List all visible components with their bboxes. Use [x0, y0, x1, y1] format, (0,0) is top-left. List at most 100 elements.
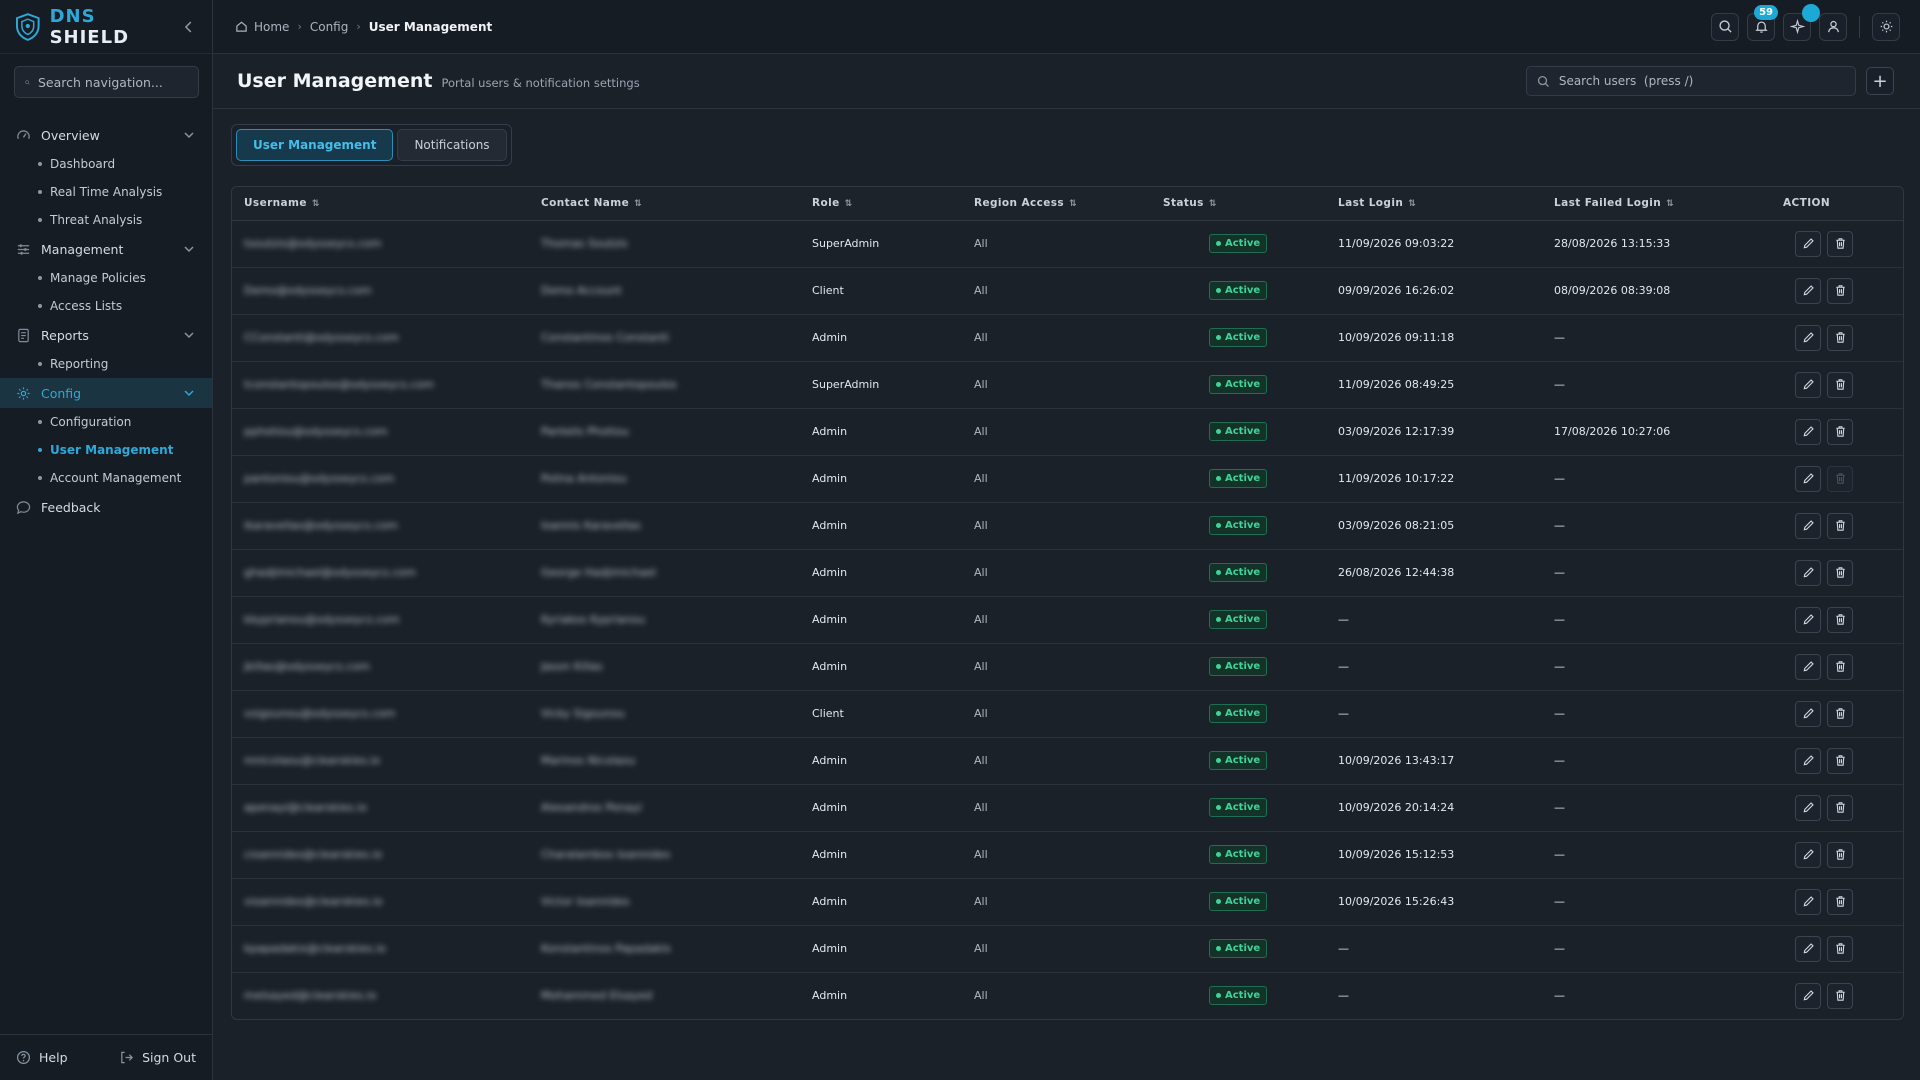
- tab-user-management[interactable]: User Management: [236, 129, 394, 161]
- breadcrumb: Home › Config › User Management: [235, 20, 492, 34]
- nav-group-management[interactable]: Management: [0, 234, 212, 264]
- table-row: CConstanti@odysseycs.com Constantinos Con…: [232, 314, 1903, 362]
- delete-user-button[interactable]: [1827, 982, 1853, 1009]
- help-button[interactable]: Help: [16, 1050, 68, 1065]
- delete-user-button[interactable]: [1827, 747, 1853, 774]
- sidebar-item-manage-policies[interactable]: Manage Policies: [0, 264, 212, 292]
- add-user-button[interactable]: +: [1866, 67, 1894, 95]
- status-dot-icon: [1216, 852, 1221, 857]
- sun-icon: [1880, 20, 1892, 33]
- sort-icon[interactable]: ⇅: [1209, 199, 1217, 209]
- nav-search[interactable]: [14, 66, 199, 98]
- sign-out-button[interactable]: Sign Out: [119, 1050, 196, 1065]
- column-header-role[interactable]: Role ⇅: [800, 187, 962, 221]
- status-cell: Active: [1151, 455, 1326, 503]
- column-header-status[interactable]: Status ⇅: [1151, 187, 1326, 221]
- edit-user-button[interactable]: [1795, 700, 1821, 727]
- sidebar-item-access-lists[interactable]: Access Lists: [0, 292, 212, 320]
- sort-icon[interactable]: ⇅: [1408, 199, 1416, 209]
- delete-user-button[interactable]: [1827, 277, 1853, 304]
- action-cell: [1771, 878, 1903, 926]
- nav-group-feedback[interactable]: Feedback: [0, 492, 212, 522]
- sidebar-item-threat-analysis[interactable]: Threat Analysis: [0, 206, 212, 234]
- profile-button[interactable]: [1819, 12, 1847, 41]
- breadcrumb-home[interactable]: Home: [235, 20, 289, 34]
- edit-user-button[interactable]: [1795, 277, 1821, 304]
- global-search-button[interactable]: [1711, 12, 1739, 41]
- status-cell: Active: [1151, 737, 1326, 785]
- column-header-contact-name[interactable]: Contact Name ⇅: [529, 187, 800, 221]
- edit-user-button[interactable]: [1795, 418, 1821, 445]
- trash-icon: [1835, 332, 1845, 343]
- sort-icon[interactable]: ⇅: [1069, 199, 1077, 209]
- edit-user-button[interactable]: [1795, 935, 1821, 962]
- sort-icon[interactable]: ⇅: [312, 199, 320, 209]
- edit-user-button[interactable]: [1795, 371, 1821, 398]
- delete-user-button[interactable]: [1827, 371, 1853, 398]
- notifications-button[interactable]: 59: [1747, 4, 1778, 41]
- delete-user-button[interactable]: [1827, 230, 1853, 257]
- edit-user-button[interactable]: [1795, 465, 1821, 492]
- nav-search-input[interactable]: [38, 74, 188, 90]
- user-search-input[interactable]: [1558, 74, 1845, 88]
- trash-icon: [1835, 426, 1845, 437]
- edit-user-button[interactable]: [1795, 230, 1821, 257]
- delete-user-button[interactable]: [1827, 606, 1853, 633]
- edit-user-button[interactable]: [1795, 653, 1821, 680]
- pencil-icon: [1803, 708, 1814, 719]
- column-header-username[interactable]: Username ⇅: [232, 187, 529, 221]
- sidebar-item-real-time-analysis[interactable]: Real Time Analysis: [0, 178, 212, 206]
- topbar: Home › Config › User Management 59: [213, 0, 1920, 54]
- sidebar-item-user-management[interactable]: User Management: [0, 436, 212, 464]
- pencil-icon: [1803, 426, 1814, 437]
- whats-new-button[interactable]: [1783, 3, 1820, 41]
- delete-user-button[interactable]: [1827, 559, 1853, 586]
- last-failed-login-cell: —: [1554, 989, 1565, 1003]
- region-access-cell: All: [962, 314, 1151, 362]
- column-header-region-access[interactable]: Region Access ⇅: [962, 187, 1151, 221]
- delete-user-button[interactable]: [1827, 700, 1853, 727]
- edit-user-button[interactable]: [1795, 794, 1821, 821]
- collapse-sidebar-icon[interactable]: [180, 18, 198, 36]
- region-access-cell: All: [962, 408, 1151, 456]
- edit-user-button[interactable]: [1795, 841, 1821, 868]
- edit-user-button[interactable]: [1795, 606, 1821, 633]
- delete-user-button[interactable]: [1827, 512, 1853, 539]
- column-header-last-login[interactable]: Last Login ⇅: [1326, 187, 1542, 221]
- nav-group-reports[interactable]: Reports: [0, 320, 212, 350]
- sidebar-item-account-management[interactable]: Account Management: [0, 464, 212, 492]
- delete-user-button[interactable]: [1827, 888, 1853, 915]
- column-header-last-failed-login[interactable]: Last Failed Login ⇅: [1542, 187, 1771, 221]
- delete-user-button[interactable]: [1827, 794, 1853, 821]
- user-search[interactable]: [1526, 66, 1856, 96]
- last-failed-login-cell: —: [1542, 502, 1771, 550]
- sort-icon[interactable]: ⇅: [634, 199, 642, 209]
- delete-user-button[interactable]: [1827, 653, 1853, 680]
- edit-user-button[interactable]: [1795, 982, 1821, 1009]
- sidebar-item-reporting[interactable]: Reporting: [0, 350, 212, 378]
- edit-user-button[interactable]: [1795, 888, 1821, 915]
- last-login-cell: 09/09/2026 16:26:02: [1326, 267, 1542, 315]
- delete-user-button[interactable]: [1827, 841, 1853, 868]
- breadcrumb-config[interactable]: Config: [310, 20, 349, 34]
- tab-notifications[interactable]: Notifications: [397, 129, 507, 161]
- trash-icon: [1835, 990, 1845, 1001]
- sidebar-item-dashboard[interactable]: Dashboard: [0, 150, 212, 178]
- status-dot-icon: [1216, 241, 1221, 246]
- last-login-cell: —: [1326, 925, 1542, 973]
- table-row: Demo@odysseycs.com Demo Account Client All A…: [232, 267, 1903, 315]
- sort-icon[interactable]: ⇅: [1666, 199, 1674, 209]
- edit-user-button[interactable]: [1795, 512, 1821, 539]
- sort-icon[interactable]: ⇅: [845, 199, 853, 209]
- edit-user-button[interactable]: [1795, 324, 1821, 351]
- notification-count-badge: 59: [1754, 4, 1778, 20]
- theme-toggle-button[interactable]: [1872, 12, 1900, 41]
- delete-user-button[interactable]: [1827, 418, 1853, 445]
- edit-user-button[interactable]: [1795, 559, 1821, 586]
- nav-group-config[interactable]: Config: [0, 378, 212, 408]
- delete-user-button[interactable]: [1827, 935, 1853, 962]
- edit-user-button[interactable]: [1795, 747, 1821, 774]
- sidebar-item-configuration[interactable]: Configuration: [0, 408, 212, 436]
- delete-user-button[interactable]: [1827, 324, 1853, 351]
- nav-group-overview[interactable]: Overview: [0, 120, 212, 150]
